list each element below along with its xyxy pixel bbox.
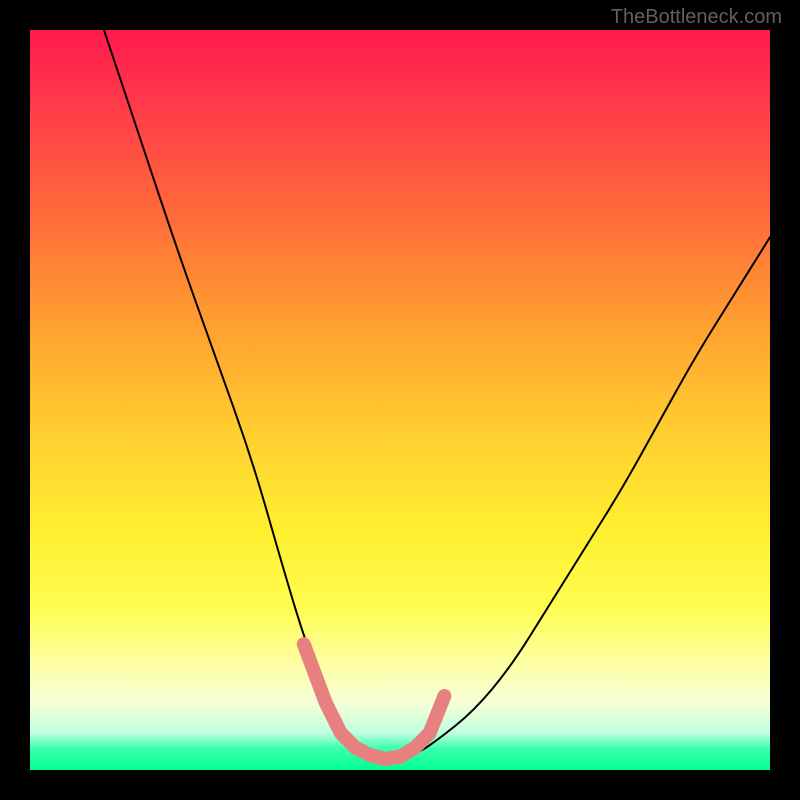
watermark-text: TheBottleneck.com: [611, 6, 782, 29]
chart-plot-area: [30, 30, 770, 770]
chart-svg: [30, 30, 770, 770]
bottleneck-curve: [104, 30, 770, 757]
trough-marker: [304, 644, 445, 759]
